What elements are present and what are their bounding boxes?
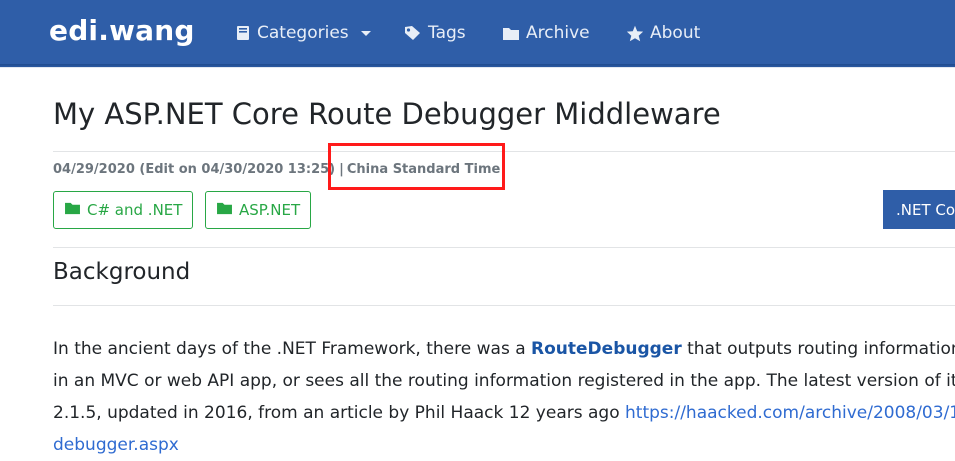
nav-categories[interactable]: Categories [235, 22, 371, 44]
text-span: In the ancient days of the .NET Framewor… [53, 339, 532, 359]
meta-divider [53, 247, 955, 248]
paragraph-line: in an MVC or web API app, or sees all th… [53, 371, 955, 391]
category-button-aspnet[interactable]: ASP.NET [205, 191, 312, 229]
nav-categories-label: Categories [257, 23, 349, 43]
category-label: ASP.NET [239, 201, 301, 219]
nav-tags-label: Tags [428, 23, 466, 43]
text-span: that outputs routing information fo [681, 339, 955, 359]
nav-about[interactable]: About [626, 22, 700, 44]
post-title: My ASP.NET Core Route Debugger Middlewar… [53, 97, 721, 131]
folder-icon [216, 201, 233, 219]
folder-icon [64, 201, 81, 219]
body-paragraph: In the ancient days of the .NET Framewor… [53, 333, 955, 461]
category-label: C# and .NET [87, 201, 183, 219]
series-button[interactable]: .NET Co [883, 190, 955, 229]
chevron-down-icon [360, 30, 371, 36]
nav-tags[interactable]: Tags [404, 22, 466, 44]
section-heading: Background [53, 259, 191, 285]
navbar-shadow [0, 64, 955, 68]
nav-about-label: About [650, 23, 701, 43]
post-date: 04/29/2020 (Edit on 04/30/2020 13:25) [53, 162, 336, 177]
paragraph-line: 2.1.5, updated in 2016, from an article … [53, 397, 955, 429]
nav-archive[interactable]: Archive [502, 22, 590, 44]
category-button-csharp[interactable]: C# and .NET [53, 191, 194, 229]
top-navbar: edi.wang Categories Tags Archive About [0, 0, 955, 68]
heading-divider [53, 305, 955, 306]
book-icon [235, 25, 251, 41]
haacked-link-continued[interactable]: debugger.aspx [53, 435, 179, 455]
folder-icon [502, 26, 520, 41]
haacked-link[interactable]: https://haacked.com/archive/2008/03/13/ [625, 403, 955, 423]
timezone-highlight-box [328, 143, 505, 190]
tag-icon [404, 25, 422, 41]
text-span: 2.1.5, updated in 2016, from an article … [53, 403, 625, 423]
star-icon [626, 25, 644, 42]
paragraph-line: debugger.aspx [53, 429, 955, 461]
paragraph-line: In the ancient days of the .NET Framewor… [53, 333, 955, 365]
routedebugger-link[interactable]: RouteDebugger [531, 339, 682, 359]
nav-archive-label: Archive [526, 23, 590, 43]
site-brand[interactable]: edi.wang [49, 14, 195, 47]
